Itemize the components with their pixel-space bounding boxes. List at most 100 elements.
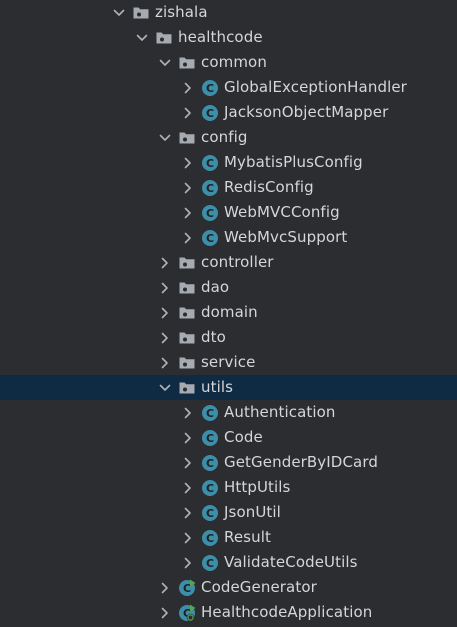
chevron-right-icon[interactable]	[158, 581, 172, 595]
svg-text:C: C	[206, 207, 214, 220]
chevron-right-icon[interactable]	[158, 606, 172, 620]
folder-icon	[178, 54, 196, 72]
folder-icon	[178, 279, 196, 297]
chevron-down-icon[interactable]	[112, 6, 126, 20]
class-icon: C	[201, 229, 219, 247]
class-icon: C	[201, 104, 219, 122]
folder-icon	[178, 354, 196, 372]
class-icon: C	[201, 529, 219, 547]
class-icon: C	[201, 454, 219, 472]
chevron-right-icon[interactable]	[181, 431, 195, 445]
folder-icon	[178, 379, 196, 397]
tree-node-label: WebMVCConfig	[224, 203, 340, 221]
project-tree[interactable]: zishala healthcode common C GlobalExceptionH…	[0, 0, 457, 627]
tree-node-getgenderbyidcard[interactable]: C GetGenderByIDCard	[0, 450, 457, 475]
tree-node-label: Code	[224, 428, 263, 446]
svg-text:C: C	[206, 107, 214, 120]
svg-text:C: C	[206, 482, 214, 495]
tree-node-label: WebMvcSupport	[224, 228, 348, 246]
chevron-right-icon[interactable]	[181, 106, 195, 120]
class-icon: C	[201, 154, 219, 172]
tree-node-utils[interactable]: utils	[0, 375, 457, 400]
spring-boot-class-icon: C	[178, 604, 196, 622]
tree-node-webmvcconfig[interactable]: C WebMVCConfig	[0, 200, 457, 225]
svg-text:C: C	[206, 432, 214, 445]
tree-node-label: JacksonObjectMapper	[224, 103, 389, 121]
tree-node-webmvcsupport[interactable]: C WebMvcSupport	[0, 225, 457, 250]
chevron-right-icon[interactable]	[158, 281, 172, 295]
chevron-down-icon[interactable]	[135, 31, 149, 45]
tree-node-healthcodeapplication[interactable]: C HealthcodeApplication	[0, 600, 457, 625]
class-icon: C	[201, 179, 219, 197]
tree-node-result[interactable]: C Result	[0, 525, 457, 550]
chevron-right-icon[interactable]	[158, 356, 172, 370]
chevron-down-icon[interactable]	[158, 381, 172, 395]
tree-node-dto[interactable]: dto	[0, 325, 457, 350]
chevron-down-icon[interactable]	[158, 56, 172, 70]
chevron-right-icon[interactable]	[158, 256, 172, 270]
tree-node-domain[interactable]: domain	[0, 300, 457, 325]
chevron-right-icon[interactable]	[158, 306, 172, 320]
tree-node-codegenerator[interactable]: C CodeGenerator	[0, 575, 457, 600]
svg-text:C: C	[206, 182, 214, 195]
tree-node-code[interactable]: C Code	[0, 425, 457, 450]
svg-text:C: C	[206, 457, 214, 470]
tree-node-zishala[interactable]: zishala	[0, 0, 457, 25]
tree-node-dao[interactable]: dao	[0, 275, 457, 300]
svg-text:C: C	[206, 157, 214, 170]
chevron-right-icon[interactable]	[181, 206, 195, 220]
tree-node-label: dto	[201, 328, 226, 346]
class-icon: C	[201, 429, 219, 447]
class-icon: C	[201, 404, 219, 422]
chevron-right-icon[interactable]	[181, 481, 195, 495]
folder-icon	[178, 254, 196, 272]
tree-node-common[interactable]: common	[0, 50, 457, 75]
tree-node-controller[interactable]: controller	[0, 250, 457, 275]
folder-icon	[178, 129, 196, 147]
tree-node-healthcode[interactable]: healthcode	[0, 25, 457, 50]
class-icon: C	[201, 504, 219, 522]
tree-node-label: GetGenderByIDCard	[224, 453, 378, 471]
svg-text:C: C	[206, 232, 214, 245]
tree-node-label: service	[201, 353, 256, 371]
chevron-right-icon[interactable]	[181, 406, 195, 420]
tree-node-label: GlobalExceptionHandler	[224, 78, 407, 96]
tree-node-label: JsonUtil	[224, 503, 281, 521]
tree-node-label: domain	[201, 303, 258, 321]
tree-node-httputils[interactable]: C HttpUtils	[0, 475, 457, 500]
chevron-down-icon[interactable]	[158, 131, 172, 145]
tree-node-mybatisplusconfig[interactable]: C MybatisPlusConfig	[0, 150, 457, 175]
chevron-right-icon[interactable]	[158, 331, 172, 345]
tree-node-authentication[interactable]: C Authentication	[0, 400, 457, 425]
tree-node-validatecodeutils[interactable]: C ValidateCodeUtils	[0, 550, 457, 575]
chevron-right-icon[interactable]	[181, 231, 195, 245]
folder-icon	[132, 4, 150, 22]
class-icon: C	[201, 79, 219, 97]
class-icon: C	[201, 554, 219, 572]
tree-node-globalexceptionhandler[interactable]: C GlobalExceptionHandler	[0, 75, 457, 100]
tree-node-label: utils	[201, 378, 234, 396]
chevron-right-icon[interactable]	[181, 156, 195, 170]
svg-text:C: C	[206, 507, 214, 520]
class-icon: C	[201, 204, 219, 222]
tree-node-label: Result	[224, 528, 271, 546]
tree-node-jsonutil[interactable]: C JsonUtil	[0, 500, 457, 525]
tree-node-label: ValidateCodeUtils	[224, 553, 358, 571]
folder-icon	[155, 29, 173, 47]
tree-node-label: config	[201, 128, 248, 146]
chevron-right-icon[interactable]	[181, 181, 195, 195]
tree-node-label: CodeGenerator	[201, 578, 317, 596]
chevron-right-icon[interactable]	[181, 506, 195, 520]
chevron-right-icon[interactable]	[181, 531, 195, 545]
tree-node-label: common	[201, 53, 267, 71]
svg-text:C: C	[206, 532, 214, 545]
tree-node-service[interactable]: service	[0, 350, 457, 375]
chevron-right-icon[interactable]	[181, 456, 195, 470]
chevron-right-icon[interactable]	[181, 556, 195, 570]
tree-node-label: RedisConfig	[224, 178, 314, 196]
tree-node-config[interactable]: config	[0, 125, 457, 150]
tree-node-redisconfig[interactable]: C RedisConfig	[0, 175, 457, 200]
tree-node-jacksonobjectmapper[interactable]: C JacksonObjectMapper	[0, 100, 457, 125]
chevron-right-icon[interactable]	[181, 81, 195, 95]
class-icon: C	[201, 479, 219, 497]
